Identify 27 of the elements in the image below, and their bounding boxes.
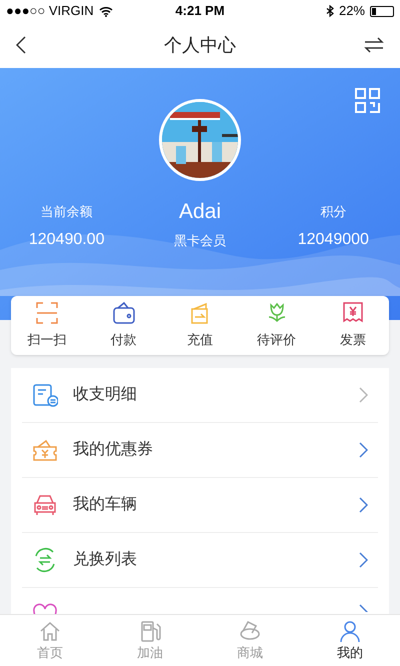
stat-label: 当前余额 (40, 203, 93, 221)
quick-action-button[interactable]: 扫一扫 (19, 301, 75, 350)
tab-bar-item[interactable]: 我的 (300, 615, 400, 666)
back-icon[interactable] (16, 36, 26, 54)
quick-action-button[interactable]: 待评价 (248, 301, 304, 350)
stat-value: 120490.00 (28, 230, 104, 250)
user-name: Adai (178, 199, 221, 225)
me-icon (338, 618, 362, 643)
bluetooth-icon (326, 4, 334, 18)
clock-text: 4:21 PM (175, 2, 225, 20)
stat-label: 积分 (320, 203, 346, 221)
menu-item[interactable]: 兑换列表 (22, 533, 378, 588)
stat-value: 12049000 (298, 230, 369, 250)
page-title: 个人中心 (164, 34, 236, 56)
menu-item[interactable]: 收支明细 (22, 368, 378, 423)
swap-icon[interactable] (364, 37, 384, 53)
battery-icon (370, 6, 394, 16)
quick-action-button[interactable]: 发票 (325, 301, 381, 350)
battery-text: 22% (338, 2, 365, 20)
qr-code-icon[interactable] (355, 88, 380, 113)
quick-action-button[interactable]: 付款 (96, 301, 152, 350)
quick-action-button[interactable]: 充值 (172, 301, 228, 350)
member-level: 黑卡会员 (174, 232, 226, 250)
wifi-icon (98, 6, 113, 16)
carrier-text: ●●●○○ VIRGIN (6, 2, 94, 20)
menu-item[interactable]: 我的优惠券 (22, 423, 378, 478)
menu-item[interactable]: 我的车辆 (22, 478, 378, 533)
